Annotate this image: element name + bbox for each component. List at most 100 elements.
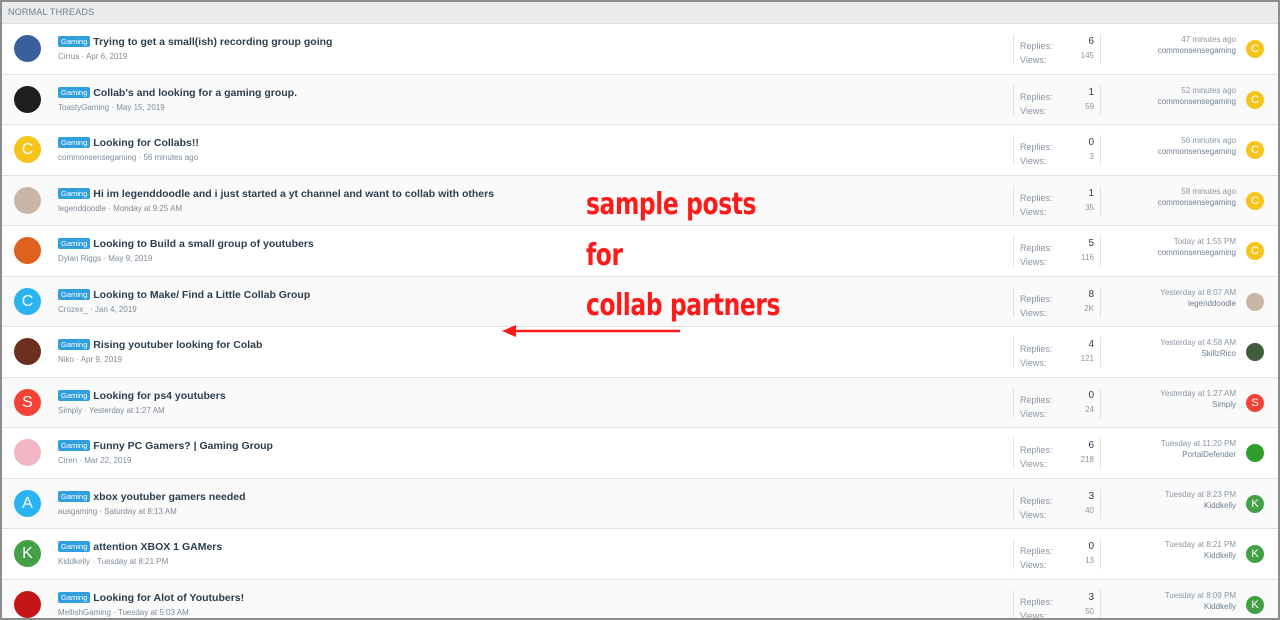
latest-post-time[interactable]: 52 minutes ago <box>1158 86 1236 95</box>
thread-prefix-badge[interactable]: Gaming <box>58 389 91 401</box>
latest-post-time[interactable]: Yesterday at 4:58 AM <box>1160 338 1236 347</box>
latest-post-time[interactable]: 56 minutes ago <box>1158 136 1236 145</box>
latest-post: Tuesday at 8:09 PM Kiddkelly <box>1165 591 1236 611</box>
latest-post-time[interactable]: 58 minutes ago <box>1158 187 1236 196</box>
latest-user-avatar[interactable]: C <box>1246 141 1264 159</box>
thread-prefix-badge[interactable]: Gaming <box>58 490 91 502</box>
author-avatar-image[interactable] <box>14 237 41 264</box>
thread-title-link[interactable]: Looking for Alot of Youtubers! <box>93 592 244 604</box>
thread-title-link[interactable]: Looking to Build a small group of youtub… <box>93 238 314 250</box>
thread-title-link[interactable]: Trying to get a small(ish) recording gro… <box>93 36 332 48</box>
latest-user-avatar[interactable]: K <box>1246 595 1264 614</box>
author-avatar[interactable]: K <box>14 540 41 567</box>
thread-title-line: Gaming Collab's and looking for a gaming … <box>58 86 297 99</box>
views-stat: Views: 3 <box>1020 151 1094 169</box>
thread-prefix-badge[interactable]: Gaming <box>58 440 91 451</box>
thread-title-link[interactable]: Collab's and looking for a gaming group. <box>93 87 297 99</box>
latest-post-time[interactable]: 47 minutes ago <box>1158 35 1236 44</box>
thread-title-line: Gaming xbox youtuber gamers needed <box>58 490 246 503</box>
views-label: Views: <box>1020 55 1047 65</box>
author-avatar[interactable]: C <box>14 136 41 163</box>
thread-row[interactable]: Gaming Funny PC Gamers? | Gaming Group Ci… <box>2 428 1278 479</box>
latest-user-avatar[interactable]: C <box>1246 191 1264 210</box>
author-avatar-image[interactable] <box>14 35 41 62</box>
latest-post-user[interactable]: commonsensegaming <box>1158 46 1236 55</box>
latest-post-user[interactable]: commonsensegaming <box>1158 248 1236 257</box>
thread-row[interactable]: A Gaming xbox youtuber gamers needed ausg… <box>2 478 1278 529</box>
thread-row[interactable]: S Gaming Looking for ps4 youtubers Simply… <box>2 377 1278 428</box>
latest-user-avatar[interactable]: S <box>1246 393 1264 412</box>
latest-user-avatar[interactable]: K <box>1246 545 1264 563</box>
thread-prefix-badge[interactable]: Gaming <box>58 339 91 350</box>
thread-row[interactable]: K Gaming attention XBOX 1 GAMers Kiddkell… <box>2 529 1278 580</box>
latest-post: Yesterday at 8:07 AM legenddoodle <box>1160 288 1236 308</box>
latest-user-avatar[interactable]: K <box>1246 494 1264 513</box>
thread-prefix-badge[interactable]: Gaming <box>58 86 91 98</box>
views-label: Views: <box>1020 358 1047 368</box>
latest-post-time[interactable]: Today at 1:55 PM <box>1158 237 1236 246</box>
author-avatar[interactable]: S <box>14 388 41 416</box>
author-avatar-image[interactable] <box>14 439 41 466</box>
thread-title-line: Gaming Looking to Make/ Find a Little Col… <box>58 288 310 301</box>
author-avatar-image[interactable] <box>14 338 41 365</box>
thread-prefix-badge[interactable]: Gaming <box>58 187 91 199</box>
views-label: Views: <box>1020 509 1047 520</box>
latest-post-user[interactable]: commonsensegaming <box>1158 97 1236 106</box>
thread-prefix-badge[interactable]: Gaming <box>58 36 91 47</box>
author-avatar[interactable]: C <box>14 287 41 315</box>
thread-row[interactable]: Gaming Looking for Alot of Youtubers! Mel… <box>2 579 1278 618</box>
replies-count: 0 <box>1088 137 1094 148</box>
thread-title-link[interactable]: Looking to Make/ Find a Little Collab Gr… <box>93 289 310 301</box>
latest-post-user[interactable]: SkillzRico <box>1160 349 1236 358</box>
latest-post-time[interactable]: Tuesday at 8:09 PM <box>1165 591 1236 600</box>
latest-user-avatar[interactable]: C <box>1246 242 1264 260</box>
annotation-line: sample posts <box>586 187 757 222</box>
latest-post-user[interactable]: Kiddkelly <box>1165 501 1236 510</box>
thread-prefix-badge[interactable]: Gaming <box>58 238 91 249</box>
thread-title-link[interactable]: Funny PC Gamers? | Gaming Group <box>93 440 273 452</box>
thread-prefix-badge[interactable]: Gaming <box>58 541 91 552</box>
thread-meta: ausgaming · Saturday at 8:13 AM <box>58 506 177 516</box>
thread-prefix-badge[interactable]: Gaming <box>58 591 91 603</box>
latest-user-avatar[interactable] <box>1246 292 1264 311</box>
thread-stats: Replies: 0 Views: 3 <box>1013 135 1101 166</box>
thread-title-link[interactable]: xbox youtuber gamers needed <box>93 491 245 503</box>
thread-title-link[interactable]: Looking for Collabs!! <box>93 137 199 149</box>
author-avatar[interactable]: A <box>14 489 41 517</box>
thread-row[interactable]: Gaming Collab's and looking for a gaming … <box>2 74 1278 125</box>
forum-thread-list-frame: NORMAL THREADS Gaming Trying to get a sma… <box>0 0 1280 620</box>
latest-post-time[interactable]: Yesterday at 1:27 AM <box>1160 389 1236 398</box>
latest-post-user[interactable]: Kiddkelly <box>1165 602 1236 611</box>
thread-row[interactable]: C Gaming Looking for Collabs!! commonsens… <box>2 125 1278 176</box>
latest-post-time[interactable]: Yesterday at 8:07 AM <box>1160 288 1236 297</box>
latest-post-user[interactable]: commonsensegaming <box>1158 147 1236 156</box>
views-count: 24 <box>1085 404 1094 414</box>
latest-user-avatar[interactable]: C <box>1246 40 1264 58</box>
thread-title-link[interactable]: attention XBOX 1 GAMers <box>93 541 222 553</box>
latest-user-avatar[interactable] <box>1246 444 1264 462</box>
author-avatar-image[interactable] <box>14 85 41 113</box>
thread-prefix-badge[interactable]: Gaming <box>58 137 91 148</box>
thread-row[interactable]: Gaming Trying to get a small(ish) recordi… <box>2 24 1278 75</box>
thread-title-link[interactable]: Hi im legenddoodle and i just started a … <box>93 188 494 200</box>
author-avatar-image[interactable] <box>14 186 41 214</box>
views-stat: Views: 2K <box>1020 303 1094 321</box>
latest-post-user[interactable]: PortalDefender <box>1161 450 1236 459</box>
latest-post-user[interactable]: Kiddkelly <box>1165 551 1236 560</box>
replies-count: 0 <box>1088 389 1094 401</box>
thread-meta: Crozex_ · Jan 4, 2019 <box>58 304 137 314</box>
thread-title-link[interactable]: Looking for ps4 youtubers <box>93 390 225 402</box>
thread-prefix-badge[interactable]: Gaming <box>58 288 91 300</box>
latest-user-avatar[interactable]: C <box>1246 90 1264 109</box>
latest-post-user[interactable]: commonsensegaming <box>1158 198 1236 207</box>
latest-post-time[interactable]: Tuesday at 8:21 PM <box>1165 540 1236 549</box>
latest-post-time[interactable]: Tuesday at 11:20 PM <box>1161 439 1236 448</box>
author-avatar-image[interactable] <box>14 590 41 618</box>
thread-title-link[interactable]: Rising youtuber looking for Colab <box>93 339 262 351</box>
latest-user-avatar[interactable] <box>1246 343 1264 361</box>
views-count: 40 <box>1085 505 1094 515</box>
latest-post-user[interactable]: legenddoodle <box>1160 299 1236 308</box>
latest-post-user[interactable]: Simply <box>1160 400 1236 409</box>
latest-post-time[interactable]: Tuesday at 8:23 PM <box>1165 490 1236 499</box>
views-stat: Views: 59 <box>1020 101 1094 119</box>
